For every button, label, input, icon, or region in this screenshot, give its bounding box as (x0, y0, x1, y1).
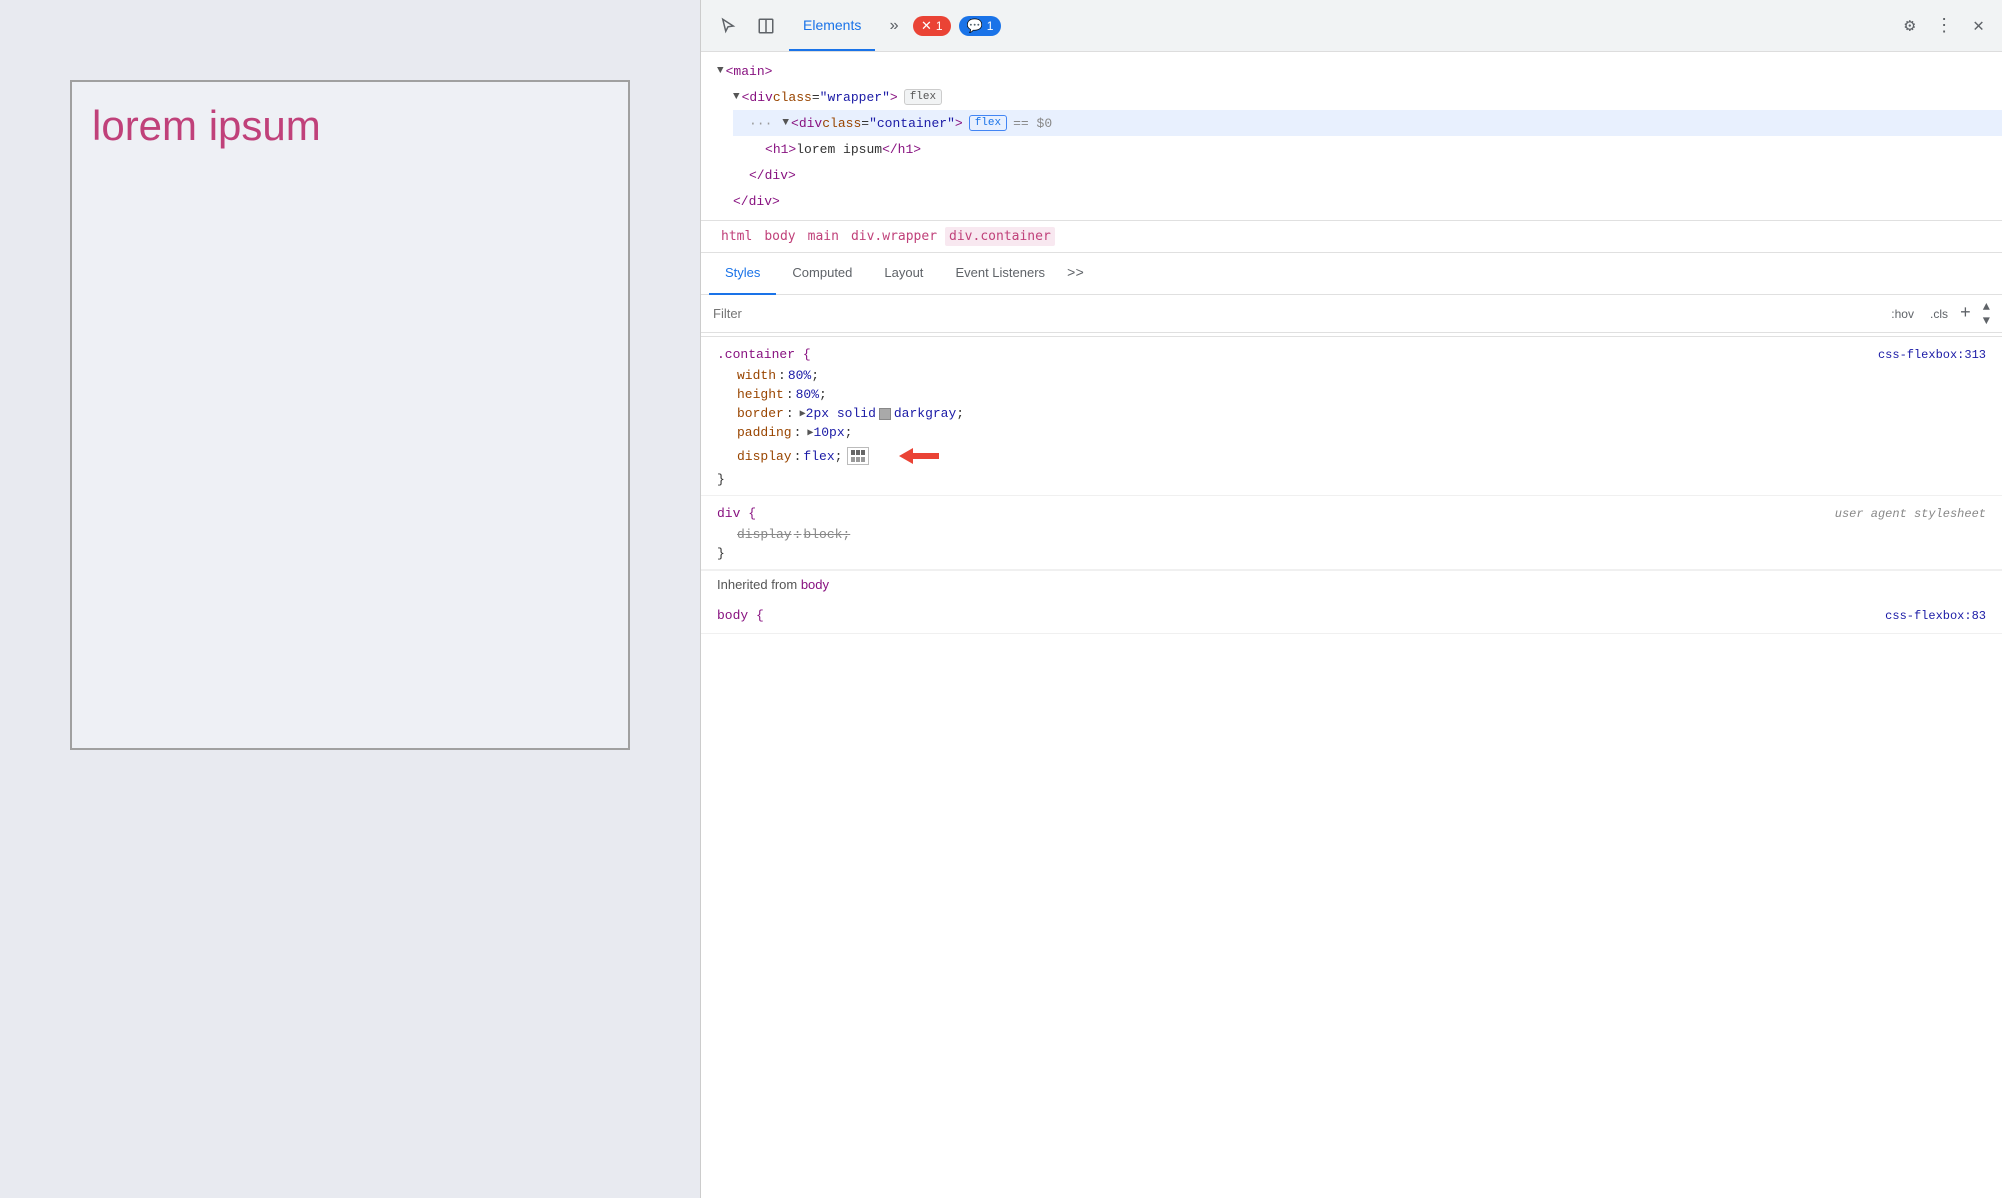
cls-button[interactable]: .cls (1926, 305, 1952, 323)
prop-padding-line: padding : ▶ 10px ; (701, 423, 2002, 442)
prop-width-value: 80% (788, 368, 811, 383)
more-tabs-icon[interactable]: » (883, 17, 905, 35)
bracket-icon[interactable]: ▲▼ (1983, 300, 1990, 328)
filter-row: :hov .cls + ▲▼ (701, 295, 2002, 333)
prop-padding-name: padding (737, 425, 792, 440)
container-box: lorem ipsum (70, 80, 630, 750)
prop-border-name: border (737, 406, 784, 421)
body-rule-header: body { css-flexbox:83 (701, 604, 2002, 627)
breadcrumb-body[interactable]: body (760, 227, 799, 246)
div-rule-close: } (701, 544, 2002, 563)
container-style-rule: .container { css-flexbox:313 width : 80%… (701, 337, 2002, 496)
div-style-rule: div { user agent stylesheet display : bl… (701, 496, 2002, 570)
container-source[interactable]: css-flexbox:313 (1878, 348, 1986, 362)
container-rule-close: } (701, 470, 2002, 489)
flex-annotation-arrow (881, 444, 941, 468)
inherited-from-selector[interactable]: body (801, 577, 829, 592)
breadcrumb-bar: html body main div.wrapper div.container (701, 221, 2002, 253)
prop-width-line: width : 80% ; (701, 366, 2002, 385)
prop-display-name: display (737, 449, 792, 464)
body-style-rule: body { css-flexbox:83 (701, 598, 2002, 634)
div-selector[interactable]: div { (717, 506, 756, 521)
toggle-panel-icon[interactable] (751, 11, 781, 41)
body-selector[interactable]: body { (717, 608, 764, 623)
breadcrumb-wrapper[interactable]: div.wrapper (847, 227, 941, 246)
breadcrumb-container[interactable]: div.container (945, 227, 1055, 246)
filter-input[interactable] (713, 306, 1879, 321)
dom-line-h1[interactable]: <h1> lorem ipsum </h1> (749, 136, 2002, 162)
container-selector[interactable]: .container { (717, 347, 811, 362)
hov-button[interactable]: :hov (1887, 305, 1918, 323)
flex-layout-icon[interactable] (847, 447, 869, 465)
more-options-icon[interactable]: ⋮ (1929, 9, 1959, 43)
tab-event-listeners[interactable]: Event Listeners (939, 253, 1061, 295)
lorem-heading: lorem ipsum (92, 102, 321, 150)
prop-border-line: border : ▶ 2px solid darkgray ; (701, 404, 2002, 423)
breadcrumb-html[interactable]: html (717, 227, 756, 246)
prop-display-block-value: block (803, 527, 842, 542)
tab-layout[interactable]: Layout (868, 253, 939, 295)
close-icon[interactable]: ✕ (1967, 9, 1990, 43)
div-rule-header: div { user agent stylesheet (701, 502, 2002, 525)
styles-content: .container { css-flexbox:313 width : 80%… (701, 333, 2002, 1198)
prop-height-value: 80% (796, 387, 819, 402)
prop-height-name: height (737, 387, 784, 402)
tab-computed[interactable]: Computed (776, 253, 868, 295)
info-badge[interactable]: 💬 1 (959, 16, 1002, 36)
dom-tree: ▼ <main> ▼ <div class="wrapper" > flex ·… (701, 52, 2002, 221)
prop-display-value: flex (803, 449, 834, 464)
add-style-button[interactable]: + (1960, 305, 1971, 323)
style-tabs-row: Styles Computed Layout Event Listeners >… (701, 253, 2002, 295)
prop-display-line: display : flex ; (701, 442, 2002, 470)
error-badge[interactable]: ✕ 1 (913, 16, 951, 36)
prop-padding-value: 10px (813, 425, 844, 440)
prop-width-name: width (737, 368, 776, 383)
dom-line-main[interactable]: ▼ <main> (701, 58, 2002, 84)
container-rule-header: .container { css-flexbox:313 (701, 343, 2002, 366)
viewport-panel: lorem ipsum (0, 0, 700, 1198)
body-source[interactable]: css-flexbox:83 (1885, 609, 1986, 623)
dom-line-close-wrapper[interactable]: </div> (717, 188, 2002, 214)
prop-display-block-line: display : block ; (701, 525, 2002, 544)
prop-height-line: height : 80% ; (701, 385, 2002, 404)
dom-line-wrapper[interactable]: ▼ <div class="wrapper" > flex (717, 84, 2002, 110)
more-style-tabs-icon[interactable]: >> (1061, 266, 1090, 282)
devtools-topbar: Elements » ✕ 1 💬 1 ⚙ ⋮ ✕ (701, 0, 2002, 52)
inherited-header: Inherited from body (701, 570, 2002, 598)
prop-border-value: 2px solid (806, 406, 876, 421)
cursor-icon[interactable] (713, 11, 743, 41)
dom-line-close-container[interactable]: </div> (733, 162, 2002, 188)
devtools-panel: Elements » ✕ 1 💬 1 ⚙ ⋮ ✕ ▼ <main> (700, 0, 2002, 1198)
breadcrumb-main[interactable]: main (804, 227, 843, 246)
dom-line-container[interactable]: ··· ▼ <div class="container" > flex == $… (733, 110, 2002, 136)
prop-display-block-name: display (737, 527, 792, 542)
div-source: user agent stylesheet (1835, 507, 1986, 521)
prop-border-color: darkgray (894, 406, 956, 421)
color-swatch-darkgray[interactable] (879, 408, 891, 420)
tab-styles[interactable]: Styles (709, 253, 776, 295)
tab-elements[interactable]: Elements (789, 0, 875, 51)
settings-icon[interactable]: ⚙ (1898, 9, 1921, 43)
